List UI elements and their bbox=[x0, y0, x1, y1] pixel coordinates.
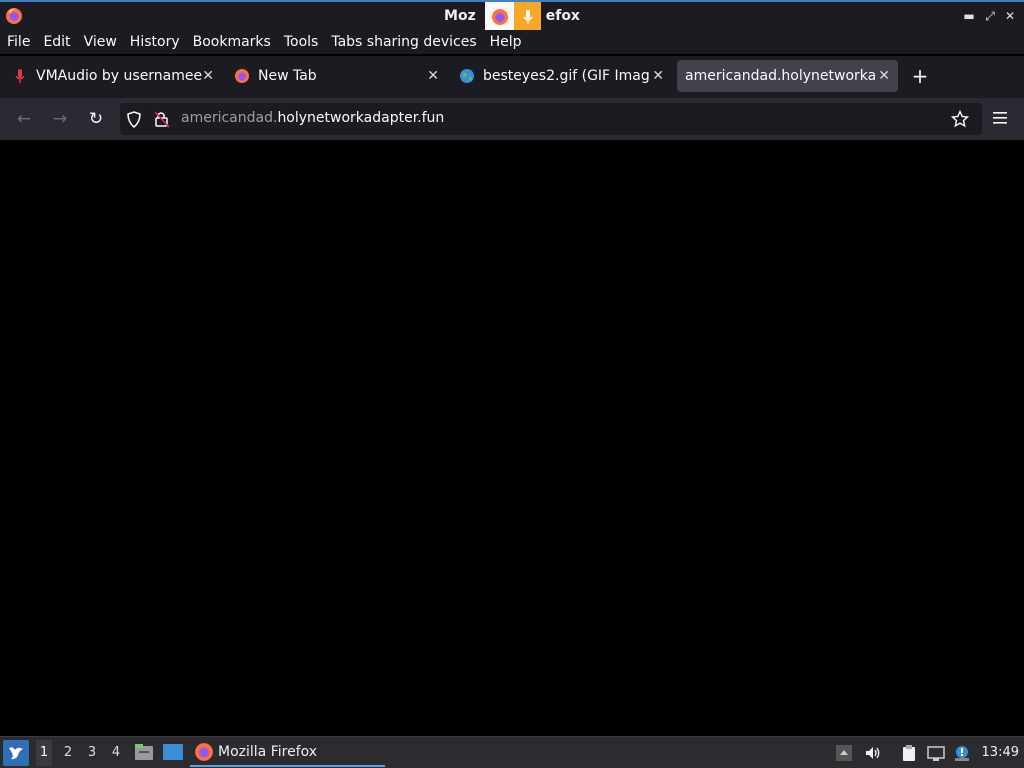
taskbar-item-label: Mozilla Firefox bbox=[218, 744, 318, 760]
reload-icon[interactable]: ↻ bbox=[86, 109, 106, 129]
firefox-icon bbox=[485, 2, 514, 31]
tab-title: VMAudio by usernamee bbox=[36, 68, 203, 84]
tab-title: New Tab bbox=[258, 68, 317, 84]
tab-vmaudio[interactable]: VMAudio by usernamee ✕ bbox=[4, 60, 222, 92]
workspace-3[interactable]: 3 bbox=[84, 745, 100, 760]
menu-help[interactable]: Help bbox=[490, 34, 522, 50]
tab-new-tab[interactable]: New Tab ✕ bbox=[226, 60, 447, 92]
bookmark-star-icon[interactable] bbox=[951, 110, 969, 128]
navigation-bar: ← → ↻ americandad.holynetworkadapter.fun bbox=[0, 98, 1024, 140]
microphone-icon bbox=[514, 2, 541, 31]
taskbar: 1 2 3 4 Mozilla Firefox 13:49 bbox=[0, 736, 1024, 768]
menu-edit[interactable]: Edit bbox=[43, 34, 70, 50]
url-text[interactable]: americandad.holynetworkadapter.fun bbox=[181, 110, 444, 126]
workspace-1[interactable]: 1 bbox=[36, 740, 52, 766]
menu-view[interactable]: View bbox=[84, 34, 117, 50]
network-icon[interactable] bbox=[927, 744, 945, 762]
close-tab-icon[interactable]: ✕ bbox=[427, 68, 439, 84]
url-subdomain: americandad. bbox=[181, 110, 278, 126]
menu-bookmarks[interactable]: Bookmarks bbox=[193, 34, 271, 50]
tab-besteyes[interactable]: besteyes2.gif (GIF Image ✕ bbox=[451, 60, 672, 92]
clipboard-icon[interactable] bbox=[900, 744, 918, 762]
back-icon[interactable]: ← bbox=[14, 109, 34, 129]
update-notification-icon[interactable] bbox=[953, 744, 971, 762]
close-tab-icon[interactable]: ✕ bbox=[878, 68, 890, 84]
workspace-4[interactable]: 4 bbox=[108, 745, 124, 760]
insecure-lock-icon[interactable] bbox=[154, 110, 170, 128]
menu-history[interactable]: History bbox=[130, 34, 180, 50]
workspace-2[interactable]: 2 bbox=[60, 745, 76, 760]
tab-americandad[interactable]: americandad.holynetworkad ✕ bbox=[677, 60, 898, 92]
show-desktop-icon[interactable] bbox=[162, 743, 184, 761]
tab-bar: VMAudio by usernamee ✕ New Tab ✕ besteye… bbox=[0, 56, 1024, 98]
clock[interactable]: 13:49 bbox=[982, 745, 1019, 760]
tab-title: besteyes2.gif (GIF Image bbox=[483, 68, 649, 84]
menu-tools[interactable]: Tools bbox=[284, 34, 319, 50]
file-manager-icon[interactable] bbox=[134, 742, 154, 762]
microphone-icon bbox=[15, 69, 25, 83]
url-bar[interactable]: americandad.holynetworkadapter.fun bbox=[120, 103, 982, 135]
restore-icon[interactable]: ⤢ bbox=[983, 9, 997, 24]
tray-expand-icon[interactable] bbox=[835, 744, 853, 762]
sharing-indicator[interactable] bbox=[485, 2, 541, 31]
close-tab-icon[interactable]: ✕ bbox=[202, 68, 214, 84]
page-content[interactable] bbox=[0, 140, 1024, 736]
menu-file[interactable]: File bbox=[7, 34, 30, 50]
tab-title: americandad.holynetworkad bbox=[685, 68, 875, 84]
volume-icon[interactable] bbox=[864, 744, 882, 762]
menu-tabs-sharing-devices[interactable]: Tabs sharing devices bbox=[331, 34, 476, 50]
close-icon[interactable]: ✕ bbox=[1003, 9, 1017, 23]
shield-icon[interactable] bbox=[126, 111, 142, 128]
globe-icon bbox=[460, 69, 474, 83]
hamburger-menu-icon[interactable] bbox=[992, 111, 1008, 125]
taskbar-item-firefox[interactable]: Mozilla Firefox bbox=[190, 739, 385, 767]
window-titlebar: Moz efox ▬ ⤢ ✕ bbox=[0, 0, 1024, 31]
forward-icon[interactable]: → bbox=[50, 109, 70, 129]
firefox-icon bbox=[235, 69, 249, 83]
url-domain: holynetworkadapter.fun bbox=[277, 110, 445, 126]
firefox-icon bbox=[195, 743, 213, 761]
start-menu-icon[interactable] bbox=[3, 740, 29, 766]
new-tab-button[interactable]: + bbox=[910, 64, 930, 88]
menu-bar: File Edit View History Bookmarks Tools T… bbox=[0, 30, 1024, 54]
minimize-icon[interactable]: ▬ bbox=[962, 9, 976, 23]
close-tab-icon[interactable]: ✕ bbox=[652, 68, 664, 84]
